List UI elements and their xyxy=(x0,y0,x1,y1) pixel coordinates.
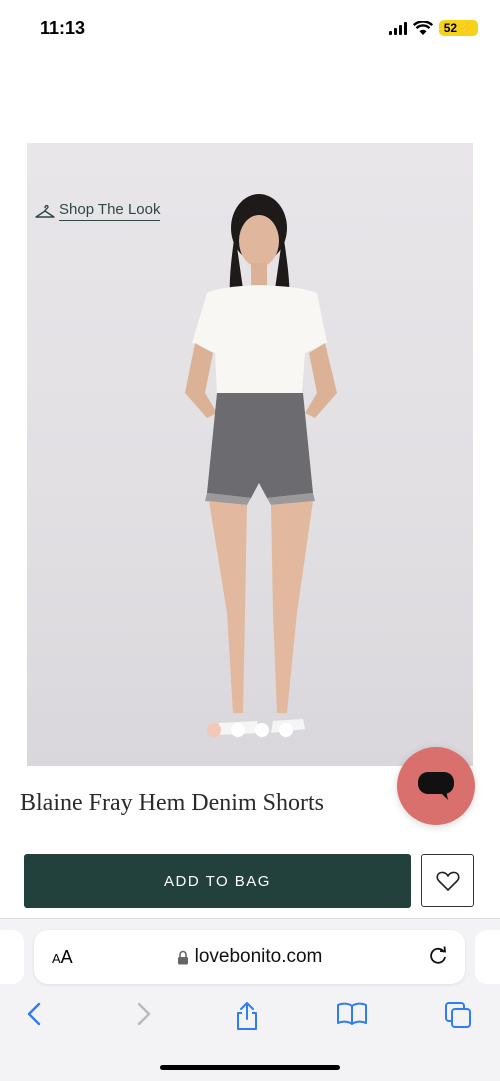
wishlist-button[interactable] xyxy=(421,854,474,907)
cellular-signal-icon xyxy=(388,21,407,35)
bookmarks-icon[interactable] xyxy=(336,1001,368,1027)
back-icon[interactable] xyxy=(24,1001,46,1027)
product-model-photo xyxy=(185,194,337,735)
forward-icon[interactable] xyxy=(132,1001,154,1027)
url-display[interactable]: lovebonito.com xyxy=(34,946,465,968)
battery-level: 52 xyxy=(443,21,458,35)
url-text: lovebonito.com xyxy=(194,946,323,967)
browser-chrome: AA lovebonito.com xyxy=(0,918,500,1081)
carousel-dot[interactable] xyxy=(279,723,293,737)
home-indicator xyxy=(160,1065,340,1070)
carousel-dot[interactable] xyxy=(255,723,269,737)
add-to-bag-button[interactable]: ADD TO BAG xyxy=(24,854,411,908)
address-bar[interactable]: AA lovebonito.com xyxy=(34,930,465,984)
previous-tab-peek[interactable] xyxy=(0,930,24,984)
charging-icon: ⚡ xyxy=(458,21,473,35)
browser-toolbar xyxy=(0,995,500,1035)
wifi-icon xyxy=(412,20,433,35)
carousel-indicators xyxy=(27,723,473,737)
hanger-icon xyxy=(35,204,55,218)
status-bar: 11:13 52 ⚡ xyxy=(0,0,500,60)
reload-icon[interactable] xyxy=(427,945,449,967)
lock-icon xyxy=(177,950,188,964)
heart-icon xyxy=(435,871,460,891)
carousel-dot[interactable] xyxy=(207,723,221,737)
shop-the-look-label: Shop The Look xyxy=(59,201,161,221)
next-tab-peek[interactable] xyxy=(475,930,500,984)
chat-button[interactable] xyxy=(397,747,475,825)
product-image-carousel[interactable]: Shop The Look xyxy=(27,143,473,766)
product-title: Blaine Fray Hem Denim Shorts xyxy=(20,790,324,816)
battery-indicator: 52 ⚡ xyxy=(438,20,478,36)
chat-icon xyxy=(418,772,454,800)
share-icon[interactable] xyxy=(234,1001,260,1031)
tabs-icon[interactable] xyxy=(444,1001,472,1029)
carousel-dot[interactable] xyxy=(231,723,245,737)
shop-the-look-link[interactable]: Shop The Look xyxy=(35,201,161,221)
status-time: 11:13 xyxy=(40,18,86,38)
status-icons: 52 ⚡ xyxy=(388,20,478,36)
